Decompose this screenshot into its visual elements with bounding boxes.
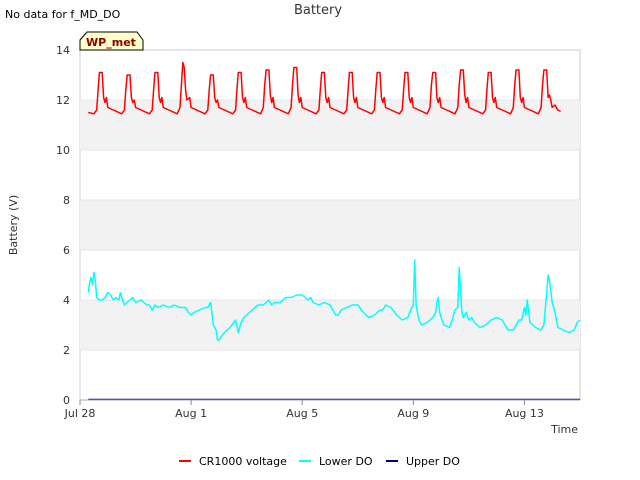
x-axis-title: Time — [550, 423, 578, 436]
x-tick-label: Aug 5 — [286, 407, 318, 420]
y-tick-label: 10 — [56, 144, 70, 157]
y-tick-label: 14 — [56, 44, 70, 57]
legend-label-upper-do: Upper DO — [406, 455, 460, 468]
x-tick-label: Aug 13 — [505, 407, 544, 420]
x-tick-label: Aug 9 — [397, 407, 429, 420]
x-tick-label: Aug 1 — [175, 407, 207, 420]
battery-chart: No data for f_MD_DO Battery 0 2 4 6 8 10 12 14 … — [5, 3, 581, 468]
legend-label-lower-do: Lower DO — [319, 455, 373, 468]
y-tick-label: 0 — [63, 394, 70, 407]
y-tick-label: 8 — [63, 194, 70, 207]
y-tick-label: 12 — [56, 94, 70, 107]
legend-label-cr1000-voltage: CR1000 voltage — [199, 455, 287, 468]
y-axis-ticks: 0 2 4 6 8 10 12 14 — [56, 44, 70, 407]
station-badge: WP_met — [79, 31, 144, 51]
y-tick-label: 4 — [63, 294, 70, 307]
y-axis-title: Battery (V) — [7, 195, 20, 255]
y-tick-label: 2 — [63, 344, 70, 357]
x-axis-ticks: Jul 28 Aug 1 Aug 5 Aug 9 Aug 13 — [64, 400, 544, 420]
chart-title: Battery — [294, 3, 342, 18]
legend: CR1000 voltage Lower DO Upper DO — [179, 455, 460, 468]
grid-band — [80, 200, 580, 250]
plot-area: 0 2 4 6 8 10 12 14 Jul 28 Aug 1 Aug 5 Aug 9 Aug 13 — [56, 44, 581, 420]
y-tick-label: 6 — [63, 244, 70, 257]
no-data-note: No data for f_MD_DO — [5, 8, 121, 21]
x-tick-label: Jul 28 — [64, 407, 96, 420]
badge-label: WP_met — [86, 36, 136, 49]
